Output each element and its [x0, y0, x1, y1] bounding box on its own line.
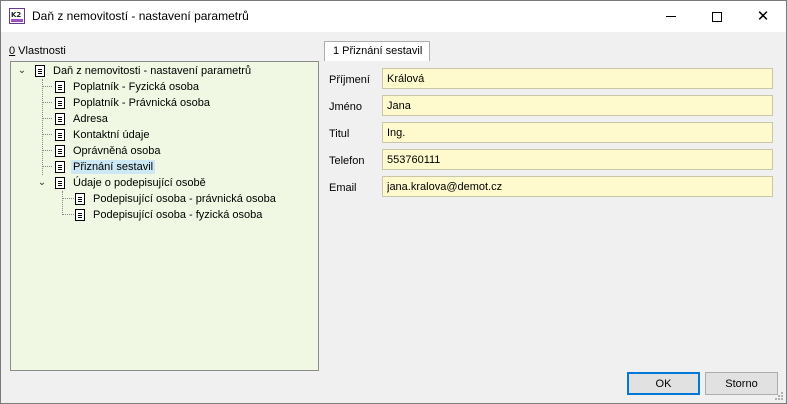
app-icon-text: K2 — [11, 11, 22, 19]
tree-item-udaje-podepisujici[interactable]: Údaje o podepisující osobě — [55, 175, 208, 191]
tree-connector — [62, 198, 74, 199]
tree-item-label: Údaje o podepisující osobě — [73, 177, 206, 189]
firstname-field[interactable] — [382, 95, 773, 116]
tree-item-podepisujici-fyzicka[interactable]: Podepisující osoba - fyzická osoba — [75, 207, 264, 223]
document-icon — [55, 81, 65, 93]
tree-connector — [42, 150, 52, 151]
tree-connector — [62, 214, 74, 215]
tree-item-label: Podepisující osoba - fyzická osoba — [93, 209, 263, 221]
tree-item-root[interactable]: Daň z nemovitosti - nastavení parametrů — [35, 63, 253, 79]
surname-label: Příjmení — [329, 74, 370, 86]
properties-label: 0 Vlastnosti — [9, 45, 66, 57]
window-title: Daň z nemovitostí - nastavení parametrů — [32, 9, 249, 23]
document-icon — [75, 209, 85, 221]
close-icon: ✕ — [756, 7, 770, 25]
maximize-icon — [712, 11, 722, 22]
resize-grip-icon[interactable] — [773, 390, 783, 400]
cancel-button[interactable]: Storno — [705, 372, 778, 395]
tree-connector — [42, 79, 43, 175]
tree-connector — [42, 118, 52, 119]
tab-priznani-sestavil[interactable]: 1 Přiznání sestavil — [324, 41, 430, 61]
tree-item-poplatnik-pravnicka[interactable]: Poplatník - Právnická osoba — [55, 95, 212, 111]
title-field[interactable] — [382, 122, 773, 143]
tree-item-kontaktni-udaje[interactable]: Kontaktní údaje — [55, 127, 151, 143]
email-field[interactable] — [382, 176, 773, 197]
tree-item-opravnena-osoba[interactable]: Oprávněná osoba — [55, 143, 162, 159]
app-icon: K2 — [9, 8, 25, 24]
tree-item-label: Daň z nemovitosti - nastavení parametrů — [53, 65, 252, 77]
tree-item-label: Kontaktní údaje — [73, 129, 150, 141]
document-icon — [75, 193, 85, 205]
document-icon — [55, 97, 65, 109]
document-icon — [55, 129, 65, 141]
firstname-label: Jméno — [329, 101, 363, 113]
phone-field[interactable] — [382, 149, 773, 170]
tree-item-label: Poplatník - Fyzická osoba — [73, 81, 199, 93]
tree-item-label: Poplatník - Právnická osoba — [73, 97, 210, 109]
chevron-down-icon[interactable]: ⌄ — [16, 65, 28, 77]
tree-item-label: Přiznání sestavil — [71, 160, 156, 174]
tree-item-label: Adresa — [73, 113, 108, 125]
tree-connector — [62, 191, 63, 215]
tree-item-label: Oprávněná osoba — [73, 145, 161, 157]
tree-item-adresa[interactable]: Adresa — [55, 111, 110, 127]
document-icon — [55, 145, 65, 157]
surname-field[interactable] — [382, 68, 773, 89]
tree-item-label: Podepisující osoba - právnická osoba — [93, 193, 276, 205]
minimize-button[interactable] — [648, 1, 694, 32]
tree-item-priznani-sestavil[interactable]: Přiznání sestavil — [55, 159, 156, 175]
app-icon-stripe — [11, 19, 23, 22]
document-icon — [55, 113, 65, 125]
tree-connector — [42, 166, 52, 167]
ok-button[interactable]: OK — [627, 372, 700, 395]
chevron-down-icon[interactable]: ⌄ — [36, 177, 48, 189]
phone-label: Telefon — [329, 155, 365, 167]
close-button[interactable]: ✕ — [740, 1, 786, 32]
tree-item-poplatnik-fyzicka[interactable]: Poplatník - Fyzická osoba — [55, 79, 201, 95]
document-icon — [55, 177, 65, 189]
tree-item-podepisujici-pravnicka[interactable]: Podepisující osoba - právnická osoba — [75, 191, 278, 207]
minimize-icon — [666, 16, 676, 17]
properties-label-text: Vlastnosti — [15, 45, 66, 57]
document-icon — [55, 161, 65, 173]
title-bar[interactable]: K2 Daň z nemovitostí - nastavení paramet… — [1, 1, 786, 32]
dialog-window: K2 Daň z nemovitostí - nastavení paramet… — [0, 0, 787, 404]
properties-tree[interactable]: ⌄ Daň z nemovitosti - nastavení parametr… — [10, 61, 319, 371]
tree-connector — [42, 134, 52, 135]
email-label: Email — [329, 182, 357, 194]
maximize-button[interactable] — [694, 1, 740, 32]
document-icon — [35, 65, 45, 77]
title-label: Titul — [329, 128, 350, 140]
tree-connector — [42, 86, 52, 87]
tree-connector — [42, 102, 52, 103]
